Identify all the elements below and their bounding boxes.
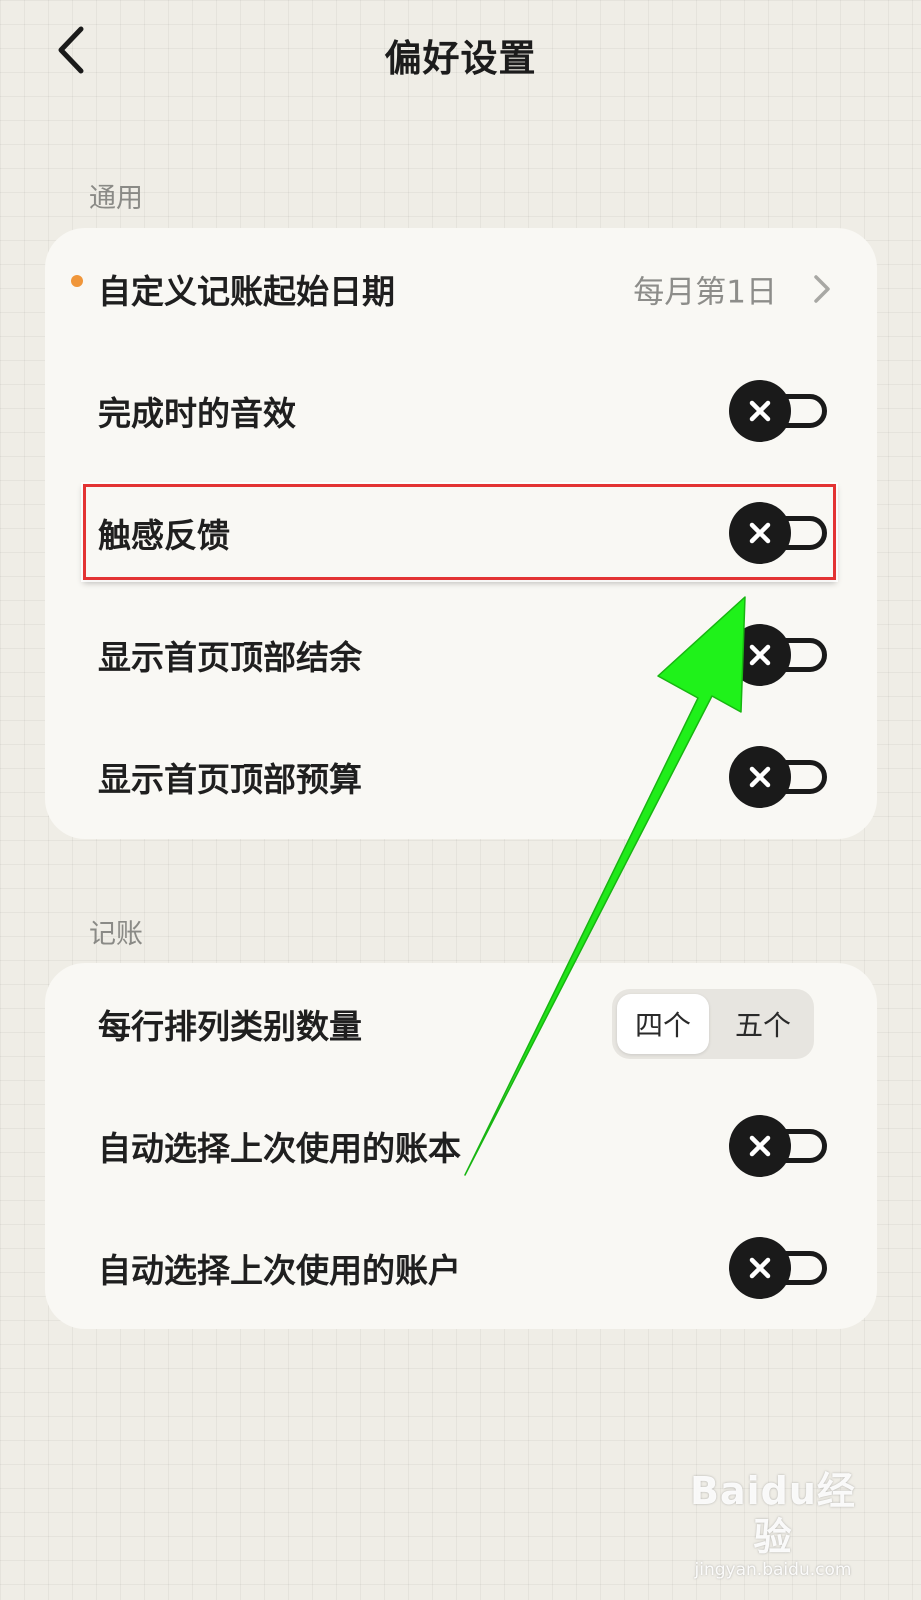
watermark-url: jingyan.baidu.com: [694, 1560, 852, 1580]
show-home-balance-toggle[interactable]: [729, 624, 829, 686]
row-label: 自定义记账起始日期: [98, 272, 395, 311]
row-auto-select-account: 自动选择上次使用的账户: [45, 1207, 877, 1329]
toggle-knob: [729, 502, 791, 564]
row-custom-start-date[interactable]: 自定义记账起始日期 每月第1日: [45, 228, 877, 350]
toggle-knob: [729, 1237, 791, 1299]
row-label: 自动选择上次使用的账户: [98, 1251, 461, 1290]
categories-per-row-segmented-control: 四个 五个: [612, 989, 814, 1059]
row-label: 完成时的音效: [98, 394, 296, 433]
row-categories-per-row: 每行排列类别数量 四个 五个: [45, 963, 877, 1085]
close-icon: [749, 1135, 771, 1157]
toggle-knob: [729, 746, 791, 808]
row-show-home-balance: 显示首页顶部结余: [45, 594, 877, 716]
start-date-value: 每月第1日: [633, 274, 777, 311]
auto-select-ledger-toggle[interactable]: [729, 1115, 829, 1177]
row-label: 自动选择上次使用的账本: [98, 1129, 461, 1168]
row-haptic-feedback: 触感反馈: [45, 472, 877, 594]
close-icon: [749, 766, 771, 788]
new-indicator-dot: [71, 275, 83, 287]
close-icon: [749, 400, 771, 422]
toggle-knob: [729, 1115, 791, 1177]
close-icon: [749, 644, 771, 666]
segment-five[interactable]: 五个: [717, 994, 809, 1054]
toggle-knob: [729, 624, 791, 686]
close-icon: [749, 522, 771, 544]
show-home-budget-toggle[interactable]: [729, 746, 829, 808]
settings-card-general: 自定义记账起始日期 每月第1日 完成时的音效 触感反馈 显示首页顶部结余 显示首…: [45, 228, 877, 839]
auto-select-account-toggle[interactable]: [729, 1237, 829, 1299]
row-auto-select-ledger: 自动选择上次使用的账本: [45, 1085, 877, 1207]
baidu-jingyan-watermark: Baidu经验 jingyan.baidu.com: [683, 1468, 863, 1580]
page-title: 偏好设置: [384, 37, 537, 80]
row-label: 显示首页顶部结余: [98, 638, 362, 677]
header-bar: 偏好设置: [0, 0, 921, 110]
watermark-logo: Baidu经验: [690, 1469, 856, 1559]
row-label: 每行排列类别数量: [98, 1007, 362, 1046]
segment-four[interactable]: 四个: [617, 994, 709, 1054]
toggle-knob: [729, 380, 791, 442]
row-completion-sound: 完成时的音效: [45, 350, 877, 472]
close-icon: [749, 1257, 771, 1279]
haptic-feedback-toggle[interactable]: [729, 502, 829, 564]
section-label-accounting: 记账: [89, 919, 143, 950]
section-label-general: 通用: [89, 183, 143, 214]
chevron-right-icon: [809, 274, 835, 304]
completion-sound-toggle[interactable]: [729, 380, 829, 442]
row-label: 触感反馈: [98, 516, 230, 555]
row-show-home-budget: 显示首页顶部预算: [45, 716, 877, 838]
settings-card-accounting: 每行排列类别数量 四个 五个 自动选择上次使用的账本 自动选择上次使用的账户: [45, 963, 877, 1329]
row-label: 显示首页顶部预算: [98, 760, 362, 799]
